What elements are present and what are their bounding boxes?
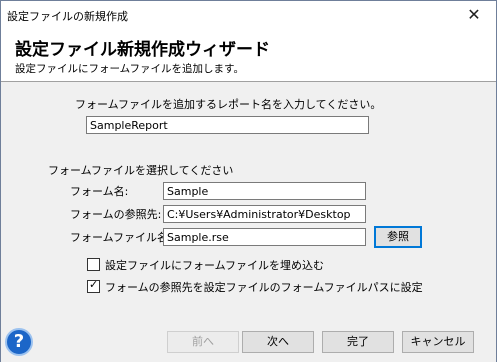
form-ref-label: フォームの参照先: (70, 208, 162, 221)
finish-button[interactable]: 完了 (322, 331, 394, 353)
check-icon: ✓ (89, 278, 99, 291)
wizard-window: 設定ファイルの新規作成 ✕ 設定ファイル新規作成ウィザード 設定ファイルにフォー… (0, 0, 497, 362)
browse-button[interactable]: 参照 (374, 226, 422, 248)
embed-checkbox[interactable] (87, 258, 100, 271)
title-bar: 設定ファイルの新規作成 ✕ (1, 1, 496, 29)
cancel-button[interactable]: キャンセル (402, 331, 474, 353)
wizard-header: 設定ファイル新規作成ウィザード 設定ファイルにフォームファイルを追加します。 (1, 29, 496, 75)
setpath-checkbox[interactable]: ✓ (87, 278, 100, 293)
report-name-input[interactable]: SampleReport (86, 116, 369, 134)
help-icon[interactable]: ? (5, 328, 33, 356)
close-icon[interactable]: ✕ (452, 1, 496, 29)
embed-label: 設定ファイルにフォームファイルを埋め込む (105, 259, 325, 272)
wizard-body: フォームファイルを追加するレポート名を入力してください。 SampleRepor… (1, 81, 496, 362)
form-ref-input[interactable]: C:¥Users¥Administrator¥Desktop (163, 205, 366, 223)
form-name-input[interactable]: Sample (163, 182, 366, 200)
form-select-heading: フォームファイルを選択してください (48, 164, 234, 177)
next-button[interactable]: 次へ (242, 331, 314, 353)
form-name-label: フォーム名: (70, 185, 129, 198)
window-title: 設定ファイルの新規作成 (7, 10, 128, 23)
form-file-input[interactable]: Sample.rse (163, 228, 366, 246)
wizard-subtitle: 設定ファイルにフォームファイルを追加します。 (15, 63, 245, 75)
form-file-label: フォームファイル名: (70, 231, 172, 244)
back-button[interactable]: 前へ (167, 331, 239, 353)
wizard-title: 設定ファイル新規作成ウィザード (15, 40, 270, 60)
setpath-label: フォームの参照先を設定ファイルのフォームファイルパスに設定 (105, 281, 423, 294)
report-name-prompt: フォームファイルを追加するレポート名を入力してください。 (75, 98, 382, 111)
